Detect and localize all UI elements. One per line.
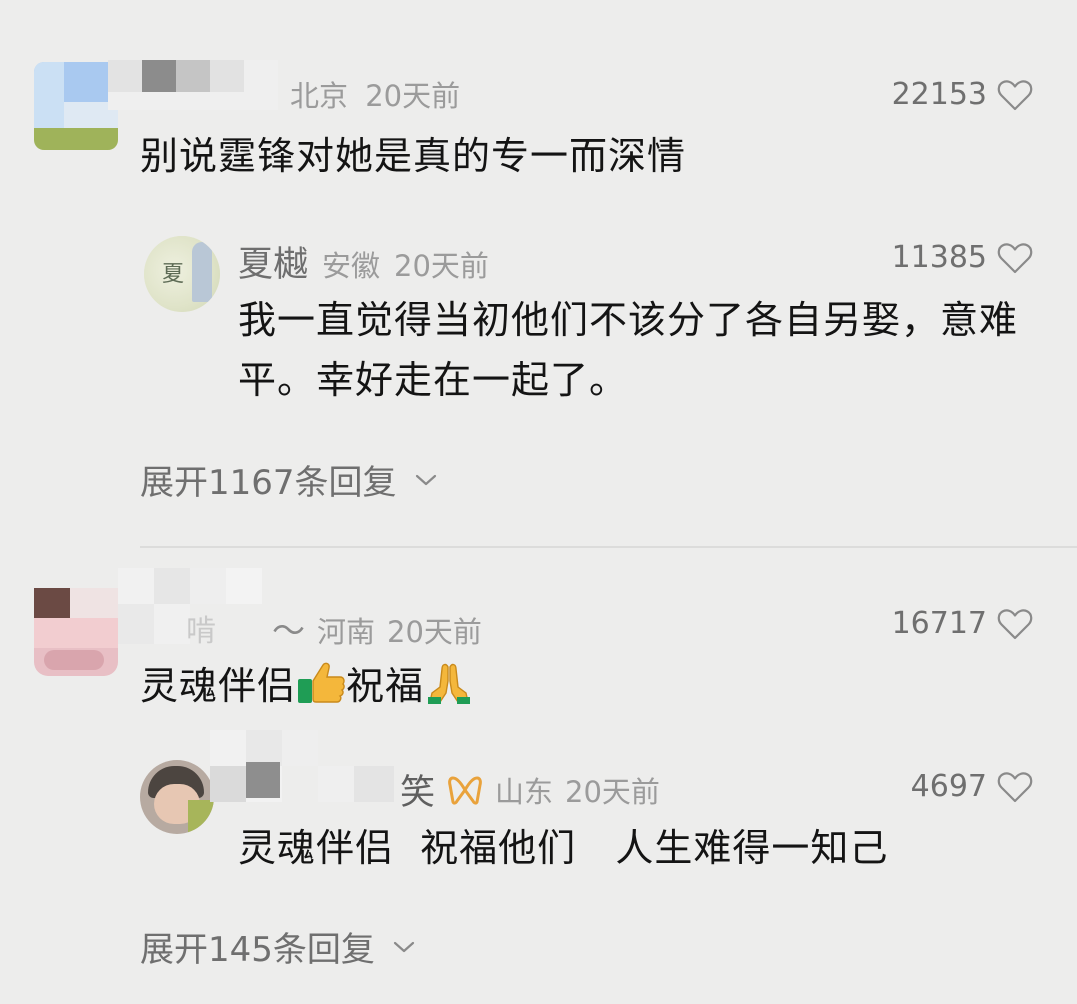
username-redacted[interactable]	[108, 60, 280, 110]
comment-text: 别说霆锋对她是真的专一而深情	[140, 134, 687, 178]
like-count: 16717	[891, 606, 987, 641]
username-redacted[interactable]: 啃	[118, 568, 268, 650]
reply-header: 笑 山东 20天前	[400, 764, 660, 815]
like-control[interactable]: 4697	[911, 769, 1033, 804]
comment-meta: 北京 20天前	[290, 73, 460, 115]
timestamp: 20天前	[365, 79, 461, 113]
timestamp: 20天前	[387, 615, 482, 649]
folded-hands-emoji	[428, 663, 471, 704]
reply-username-redacted[interactable]	[210, 730, 410, 806]
heart-outline-icon[interactable]	[997, 608, 1033, 640]
username-fragment: 笑	[400, 773, 436, 813]
heart-outline-icon[interactable]	[997, 79, 1033, 111]
avatar[interactable]	[34, 588, 118, 676]
like-count: 11385	[891, 240, 987, 275]
username-suffix: ～	[272, 611, 305, 650]
like-control[interactable]: 22153	[892, 77, 1033, 112]
like-control[interactable]: 16717	[892, 606, 1033, 641]
username-fragment: 啃	[186, 614, 216, 649]
location: 山东	[495, 774, 554, 809]
expand-replies-button[interactable]: 展开145条回复	[140, 922, 415, 971]
expand-label: 展开145条回复	[140, 930, 375, 970]
comment-meta: ～ 河南 20天前	[272, 604, 482, 652]
divider	[140, 546, 1077, 548]
like-count: 4697	[910, 769, 987, 804]
comment-text: 灵魂伴侣 祝福	[140, 656, 474, 716]
comment-text-part-2: 祝福	[346, 664, 425, 708]
expand-label: 展开1167条回复	[140, 463, 397, 503]
avatar-glyph: 夏	[162, 262, 185, 287]
reply-text-line-2: 平。幸好走在一起了。	[238, 358, 629, 402]
reply-header: 夏樾 安徽 20天前	[238, 236, 489, 287]
like-control[interactable]: 11385	[892, 240, 1033, 275]
ribbon-badge-icon	[448, 776, 482, 805]
like-count: 22153	[891, 77, 987, 112]
location: 河南	[317, 615, 376, 649]
reply-avatar[interactable]: 夏	[144, 236, 220, 312]
location: 北京	[290, 79, 349, 113]
timestamp: 20天前	[565, 774, 660, 809]
heart-outline-icon[interactable]	[997, 771, 1033, 803]
thumbs-up-emoji	[298, 662, 345, 703]
reply-username[interactable]: 夏樾	[238, 236, 308, 287]
reply-text: 灵魂伴侣 祝福他们 人生难得一知己	[238, 826, 889, 870]
chevron-down-icon	[415, 474, 436, 485]
reply-avatar[interactable]	[140, 760, 214, 834]
expand-replies-button[interactable]: 展开1167条回复	[140, 455, 437, 504]
comment-text-part-1: 灵魂伴侣	[140, 664, 297, 708]
timestamp: 20天前	[394, 249, 489, 283]
heart-outline-icon[interactable]	[997, 242, 1033, 274]
location: 安徽	[322, 249, 381, 283]
reply-text-line-1: 我一直觉得当初他们不该分了各自另娶，意难	[238, 298, 1019, 342]
chevron-down-icon	[393, 941, 415, 952]
avatar[interactable]	[34, 62, 118, 150]
